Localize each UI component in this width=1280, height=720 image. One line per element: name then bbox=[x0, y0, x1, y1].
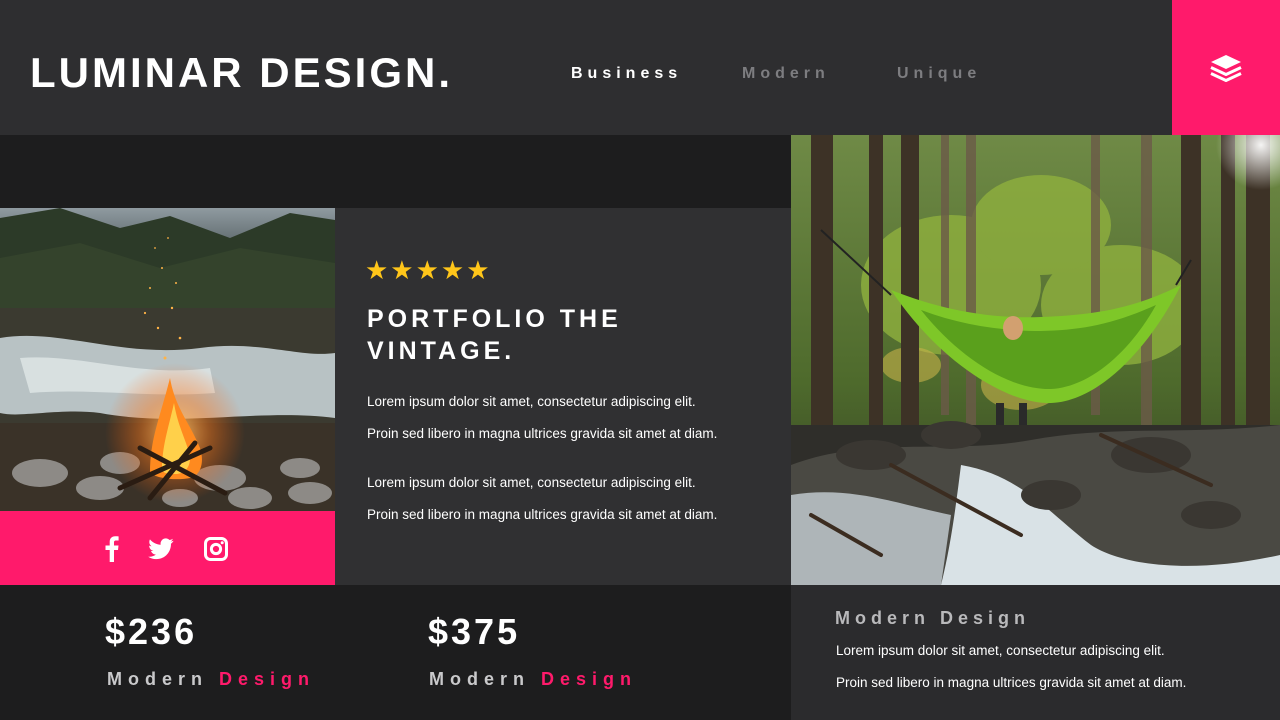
feature-panel: Modern Design Lorem ipsum dolor sit amet… bbox=[791, 585, 1280, 720]
header: LUMINAR DESIGN. Business Modern Unique bbox=[0, 0, 1280, 135]
card-paragraph: Lorem ipsum dolor sit amet, consectetur … bbox=[367, 394, 696, 409]
instagram-icon[interactable] bbox=[203, 536, 229, 562]
menu-button[interactable] bbox=[1172, 0, 1280, 135]
card-paragraph: Lorem ipsum dolor sit amet, consectetur … bbox=[367, 475, 696, 490]
price-label: Modern Design bbox=[107, 669, 315, 689]
campfire-photo bbox=[0, 208, 335, 511]
feature-text: Proin sed libero in magna ultrices gravi… bbox=[836, 675, 1187, 690]
slide: LUMINAR DESIGN. Business Modern Unique ★… bbox=[0, 0, 1280, 720]
facebook-icon[interactable] bbox=[99, 536, 125, 562]
nav-item-business[interactable]: Business bbox=[571, 64, 682, 84]
price-value: $375 bbox=[428, 611, 521, 652]
price-label-accent: Design bbox=[219, 669, 316, 689]
card-title: PORTFOLIO THE VINTAGE. bbox=[367, 305, 622, 365]
card-paragraph: Proin sed libero in magna ultrices gravi… bbox=[367, 507, 718, 522]
price-label-primary: Modern bbox=[107, 669, 208, 689]
feature-text: Lorem ipsum dolor sit amet, consectetur … bbox=[836, 643, 1165, 658]
price-value: $236 bbox=[105, 611, 198, 652]
nav-item-modern[interactable]: Modern bbox=[742, 64, 830, 84]
divider-band bbox=[0, 135, 791, 208]
card-paragraph: Proin sed libero in magna ultrices gravi… bbox=[367, 426, 718, 441]
social-bar bbox=[0, 511, 335, 585]
pricing-row: $236 Modern Design $375 Modern Design bbox=[0, 585, 791, 720]
twitter-icon[interactable] bbox=[148, 536, 174, 562]
portfolio-card: ★★★★★ PORTFOLIO THE VINTAGE. Lorem ipsum… bbox=[335, 208, 791, 585]
feature-title: Modern Design bbox=[835, 608, 1031, 628]
price-label: Modern Design bbox=[429, 669, 637, 689]
layers-icon bbox=[1210, 54, 1242, 82]
brand-title: LUMINAR DESIGN. bbox=[30, 49, 453, 96]
nav-item-unique[interactable]: Unique bbox=[897, 64, 981, 84]
hammock-photo bbox=[791, 135, 1280, 585]
price-label-accent: Design bbox=[541, 669, 638, 689]
price-label-primary: Modern bbox=[429, 669, 530, 689]
star-rating: ★★★★★ bbox=[365, 255, 492, 285]
